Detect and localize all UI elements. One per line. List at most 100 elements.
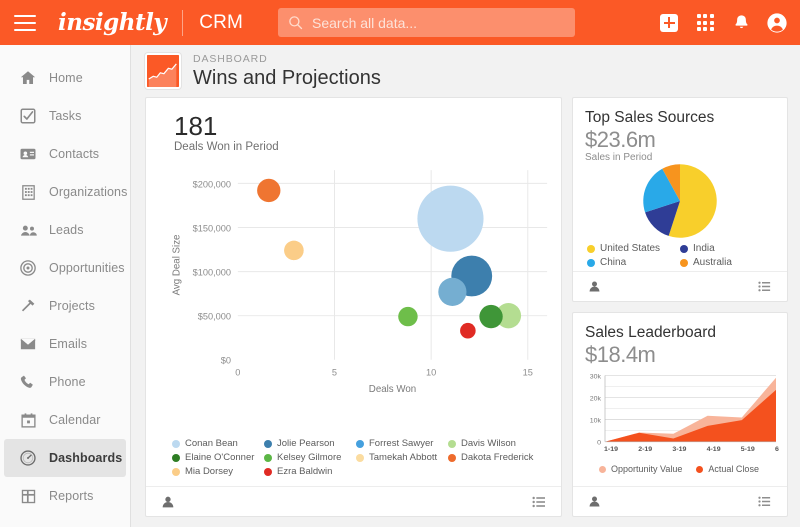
area-card-title: Sales Leaderboard xyxy=(585,324,716,341)
svg-text:$0: $0 xyxy=(221,356,231,366)
page-title: Wins and Projections xyxy=(193,66,381,89)
list-icon[interactable] xyxy=(757,494,773,510)
sidebar-item-phone[interactable]: Phone xyxy=(4,363,126,401)
add-new-button[interactable] xyxy=(658,12,680,34)
list-icon[interactable] xyxy=(757,279,773,295)
legend-label: Kelsey Gilmore xyxy=(277,452,342,463)
hamburger-menu-icon[interactable] xyxy=(14,14,36,31)
sales-leaderboard-card: Sales Leaderboard $18.4m 0 10k 20k 30k 1-19 2… xyxy=(572,312,788,517)
search-icon xyxy=(289,16,303,30)
apps-grid-button[interactable] xyxy=(694,12,716,34)
legend-item[interactable]: Davis Wilson xyxy=(448,438,540,449)
right-card-column: Top Sales Sources $23.6m Sales in Period… xyxy=(572,97,788,517)
legend-item[interactable]: Mia Dorsey xyxy=(172,466,264,477)
sidebar-item-tasks[interactable]: Tasks xyxy=(4,97,126,135)
sidebar-item-organizations[interactable]: Organizations xyxy=(4,173,127,211)
legend-label: China xyxy=(600,257,627,268)
bubble-chart-plot: $0 $50,000 $100,000 $150,000 $200,000 0 5 10 15 D… xyxy=(172,170,548,395)
legend-item[interactable]: Opportunity Value xyxy=(599,464,682,474)
legend-color-dot xyxy=(448,439,456,448)
legend-item[interactable]: Kelsey Gilmore xyxy=(264,452,356,463)
sidebar-item-projects[interactable]: Projects xyxy=(4,287,126,325)
area-card-header: Sales Leaderboard $18.4m xyxy=(573,313,787,368)
envelope-icon xyxy=(18,334,38,354)
sidebar-label: Phone xyxy=(49,375,86,389)
svg-text:$50,000: $50,000 xyxy=(198,312,231,322)
legend-item[interactable]: Conan Bean xyxy=(172,438,264,449)
legend-item[interactable]: Tamekah Abbott xyxy=(356,452,448,463)
svg-text:0: 0 xyxy=(597,440,601,447)
legend-label: Forrest Sawyer xyxy=(369,438,434,449)
bubble-chart-legend: Conan Bean Jolie Pearson Forrest Sawyer Dav… xyxy=(146,436,561,486)
legend-label: Mia Dorsey xyxy=(185,466,234,477)
legend-item[interactable]: United States xyxy=(587,243,680,254)
list-icon[interactable] xyxy=(531,494,547,510)
person-icon[interactable] xyxy=(160,494,176,510)
legend-item[interactable]: Elaine O'Conner xyxy=(172,452,264,463)
people-icon xyxy=(18,220,38,240)
legend-item[interactable]: Forrest Sawyer xyxy=(356,438,448,449)
legend-label: India xyxy=(693,243,715,254)
legend-color-dot xyxy=(172,439,180,448)
legend-item[interactable]: Actual Close xyxy=(696,464,759,474)
legend-color-dot xyxy=(680,244,688,253)
sidebar-item-emails[interactable]: Emails xyxy=(4,325,126,363)
report-icon xyxy=(18,486,38,506)
legend-color-dot xyxy=(680,258,688,267)
sidebar-item-dashboards[interactable]: Dashboards xyxy=(4,439,126,477)
deals-won-label: Deals Won in Period xyxy=(174,141,279,153)
sidebar-item-opportunities[interactable]: Opportunities xyxy=(4,249,126,287)
sidebar-label: Opportunities xyxy=(49,261,125,275)
sidebar-label: Calendar xyxy=(49,413,101,427)
svg-text:10k: 10k xyxy=(590,418,602,425)
legend-item[interactable]: Jolie Pearson xyxy=(264,438,356,449)
sidebar-item-leads[interactable]: Leads xyxy=(4,211,126,249)
calendar-icon xyxy=(18,410,38,430)
legend-color-dot xyxy=(587,244,595,253)
search-input[interactable] xyxy=(312,14,565,31)
sidebar-label: Leads xyxy=(49,223,84,237)
area-chart-legend: Opportunity Value Actual Close xyxy=(579,464,779,477)
sidebar-item-reports[interactable]: Reports xyxy=(4,477,126,515)
topbar-actions xyxy=(658,0,788,45)
svg-text:1-19: 1-19 xyxy=(604,446,618,453)
legend-label: Davis Wilson xyxy=(461,438,516,449)
sidebar-item-contacts[interactable]: Contacts xyxy=(4,135,126,173)
legend-item[interactable]: China xyxy=(587,257,680,268)
area-chart-area: 0 10k 20k 30k 1-19 2-19 3-19 4-19 5-19 6-19 Oppor… xyxy=(573,368,787,486)
page-eyebrow: DASHBOARD xyxy=(193,52,268,65)
sidebar-item-calendar[interactable]: Calendar xyxy=(4,401,126,439)
svg-text:0: 0 xyxy=(235,367,240,377)
plus-icon xyxy=(660,13,678,32)
svg-text:Deals Won: Deals Won xyxy=(369,384,416,395)
svg-text:2-19: 2-19 xyxy=(638,446,652,453)
svg-text:$100,000: $100,000 xyxy=(193,267,231,277)
target-icon xyxy=(18,258,38,278)
legend-item[interactable]: Australia xyxy=(680,257,773,268)
legend-item[interactable]: Dakota Frederick xyxy=(448,452,540,463)
legend-label: Tamekah Abbott xyxy=(369,452,438,463)
legend-color-dot xyxy=(356,453,364,462)
sidebar-item-home[interactable]: Home xyxy=(4,59,126,97)
apps-grid-icon xyxy=(696,14,714,31)
legend-item[interactable]: Ezra Baldwin xyxy=(264,466,356,477)
module-label: CRM xyxy=(199,11,244,33)
legend-item[interactable]: India xyxy=(680,243,773,254)
person-icon[interactable] xyxy=(587,279,603,295)
user-account-button[interactable] xyxy=(766,12,788,34)
pie-card-subtitle: Sales in Period xyxy=(585,152,653,163)
person-icon[interactable] xyxy=(587,494,603,510)
page-header: DASHBOARD Wins and Projections xyxy=(131,45,800,97)
insightly-logo[interactable]: insightly xyxy=(58,9,167,36)
line-chart-thumbnail-icon xyxy=(145,53,181,89)
area-card-value: $18.4m xyxy=(585,342,656,367)
sidebar-label: Tasks xyxy=(49,109,82,123)
legend-label: Ezra Baldwin xyxy=(277,466,333,477)
svg-text:30k: 30k xyxy=(590,373,602,380)
legend-color-dot xyxy=(448,453,456,462)
legend-label: Conan Bean xyxy=(185,438,238,449)
notifications-button[interactable] xyxy=(730,12,752,34)
legend-label: Dakota Frederick xyxy=(461,452,534,463)
pie-chart xyxy=(643,164,717,238)
search-box[interactable] xyxy=(278,8,575,37)
